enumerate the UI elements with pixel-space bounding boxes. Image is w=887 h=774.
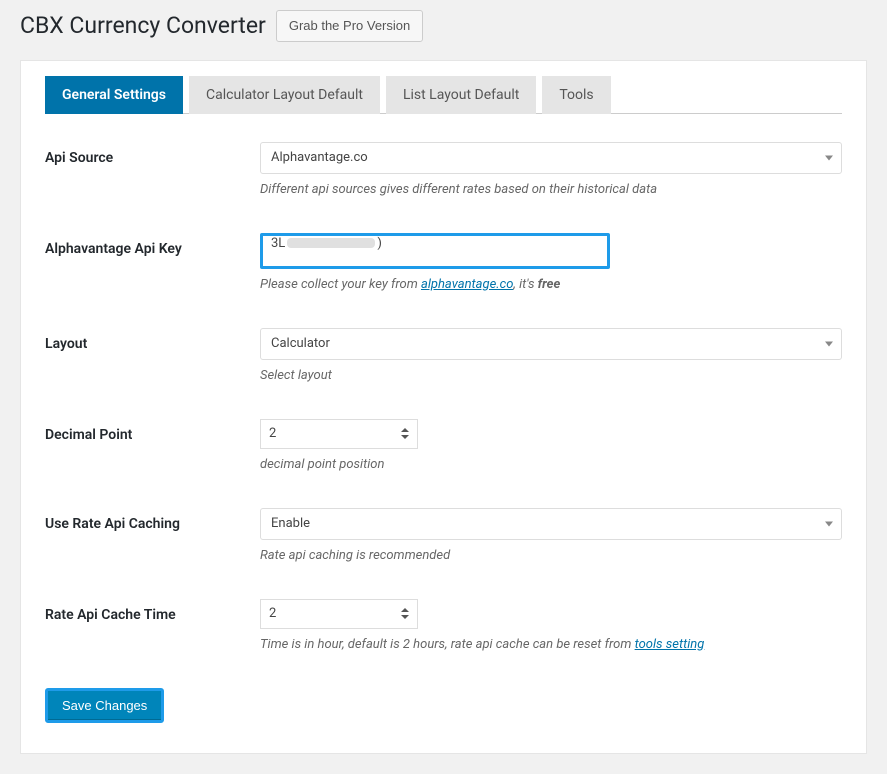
tab-bar: General Settings Calculator Layout Defau… (45, 75, 842, 114)
caching-value: Enable (271, 516, 310, 531)
spinner-down-icon[interactable] (401, 435, 409, 439)
api-key-help: Please collect your key from alphavantag… (260, 277, 842, 292)
chevron-down-icon (825, 155, 833, 160)
decimal-input[interactable]: 2 (260, 419, 418, 449)
decimal-label: Decimal Point (45, 419, 260, 443)
api-key-prefix: 3L (271, 236, 285, 251)
cache-time-value: 2 (269, 606, 276, 621)
tab-calculator-layout[interactable]: Calculator Layout Default (189, 76, 380, 114)
tab-general-settings[interactable]: General Settings (45, 76, 183, 114)
spinner-up-icon[interactable] (401, 608, 409, 612)
api-key-help-pre: Please collect your key from (260, 277, 421, 292)
chevron-down-icon (825, 521, 833, 526)
tools-setting-link[interactable]: tools setting (635, 637, 705, 652)
caching-label: Use Rate Api Caching (45, 508, 260, 532)
caching-help: Rate api caching is recommended (260, 548, 842, 563)
api-source-help: Different api sources gives different ra… (260, 182, 842, 197)
tab-list-layout[interactable]: List Layout Default (386, 76, 536, 114)
layout-value: Calculator (271, 336, 330, 351)
api-key-suffix: ) (377, 236, 382, 251)
page-title: CBX Currency Converter (20, 11, 266, 41)
grab-pro-button[interactable]: Grab the Pro Version (276, 10, 423, 42)
spinner-down-icon[interactable] (401, 615, 409, 619)
layout-label: Layout (45, 328, 260, 352)
api-key-label: Alphavantage Api Key (45, 233, 260, 257)
cache-time-help: Time is in hour, default is 2 hours, rat… (260, 637, 842, 652)
decimal-help: decimal point position (260, 457, 842, 472)
spinner-up-icon[interactable] (401, 428, 409, 432)
save-changes-button[interactable]: Save Changes (45, 688, 164, 723)
tab-tools[interactable]: Tools (542, 76, 610, 114)
api-key-help-mid: , it's (513, 277, 537, 292)
caching-select[interactable]: Enable (260, 508, 842, 540)
api-source-value: Alphavantage.co (271, 150, 368, 165)
layout-select[interactable]: Calculator (260, 328, 842, 360)
layout-help: Select layout (260, 368, 842, 383)
api-key-input[interactable]: 3L) (260, 233, 610, 269)
number-spinner[interactable] (401, 428, 409, 439)
cache-time-input[interactable]: 2 (260, 599, 418, 629)
chevron-down-icon (825, 341, 833, 346)
api-key-masked (287, 238, 375, 248)
decimal-value: 2 (269, 426, 276, 441)
api-source-label: Api Source (45, 142, 260, 166)
settings-panel: General Settings Calculator Layout Defau… (20, 60, 867, 754)
api-source-select[interactable]: Alphavantage.co (260, 142, 842, 174)
number-spinner[interactable] (401, 608, 409, 619)
api-key-help-strong: free (538, 277, 561, 292)
alphavantage-link[interactable]: alphavantage.co (421, 277, 513, 292)
cache-time-help-pre: Time is in hour, default is 2 hours, rat… (260, 637, 635, 652)
cache-time-label: Rate Api Cache Time (45, 599, 260, 623)
